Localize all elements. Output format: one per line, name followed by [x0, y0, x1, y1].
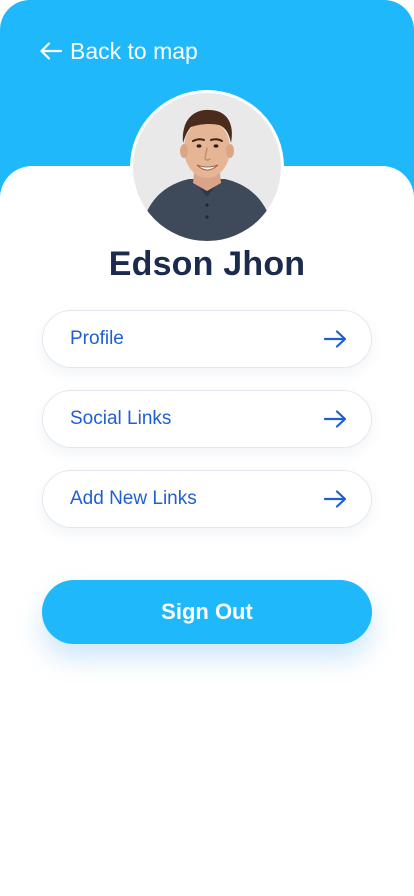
add-new-links-label: Add New Links: [70, 488, 197, 509]
arrow-right-icon: [323, 330, 347, 348]
sign-out-label: Sign Out: [161, 599, 253, 624]
arrow-right-icon: [323, 490, 347, 508]
profile-screen: Back to map Edson Jhon Profile Social Li…: [0, 0, 414, 896]
social-links-menu-item[interactable]: Social Links: [42, 390, 372, 448]
profile-menu-item[interactable]: Profile: [42, 310, 372, 368]
avatar: [130, 90, 284, 244]
add-new-links-menu-item[interactable]: Add New Links: [42, 470, 372, 528]
profile-photo: [133, 93, 281, 241]
arrow-right-icon: [323, 410, 347, 428]
back-to-map-label: Back to map: [70, 37, 198, 64]
arrow-left-icon: [40, 42, 62, 60]
sign-out-button[interactable]: Sign Out: [42, 580, 372, 644]
social-links-label: Social Links: [70, 408, 172, 429]
user-name: Edson Jhon: [108, 245, 306, 283]
back-to-map-link[interactable]: Back to map: [40, 34, 198, 68]
profile-label: Profile: [70, 328, 124, 349]
